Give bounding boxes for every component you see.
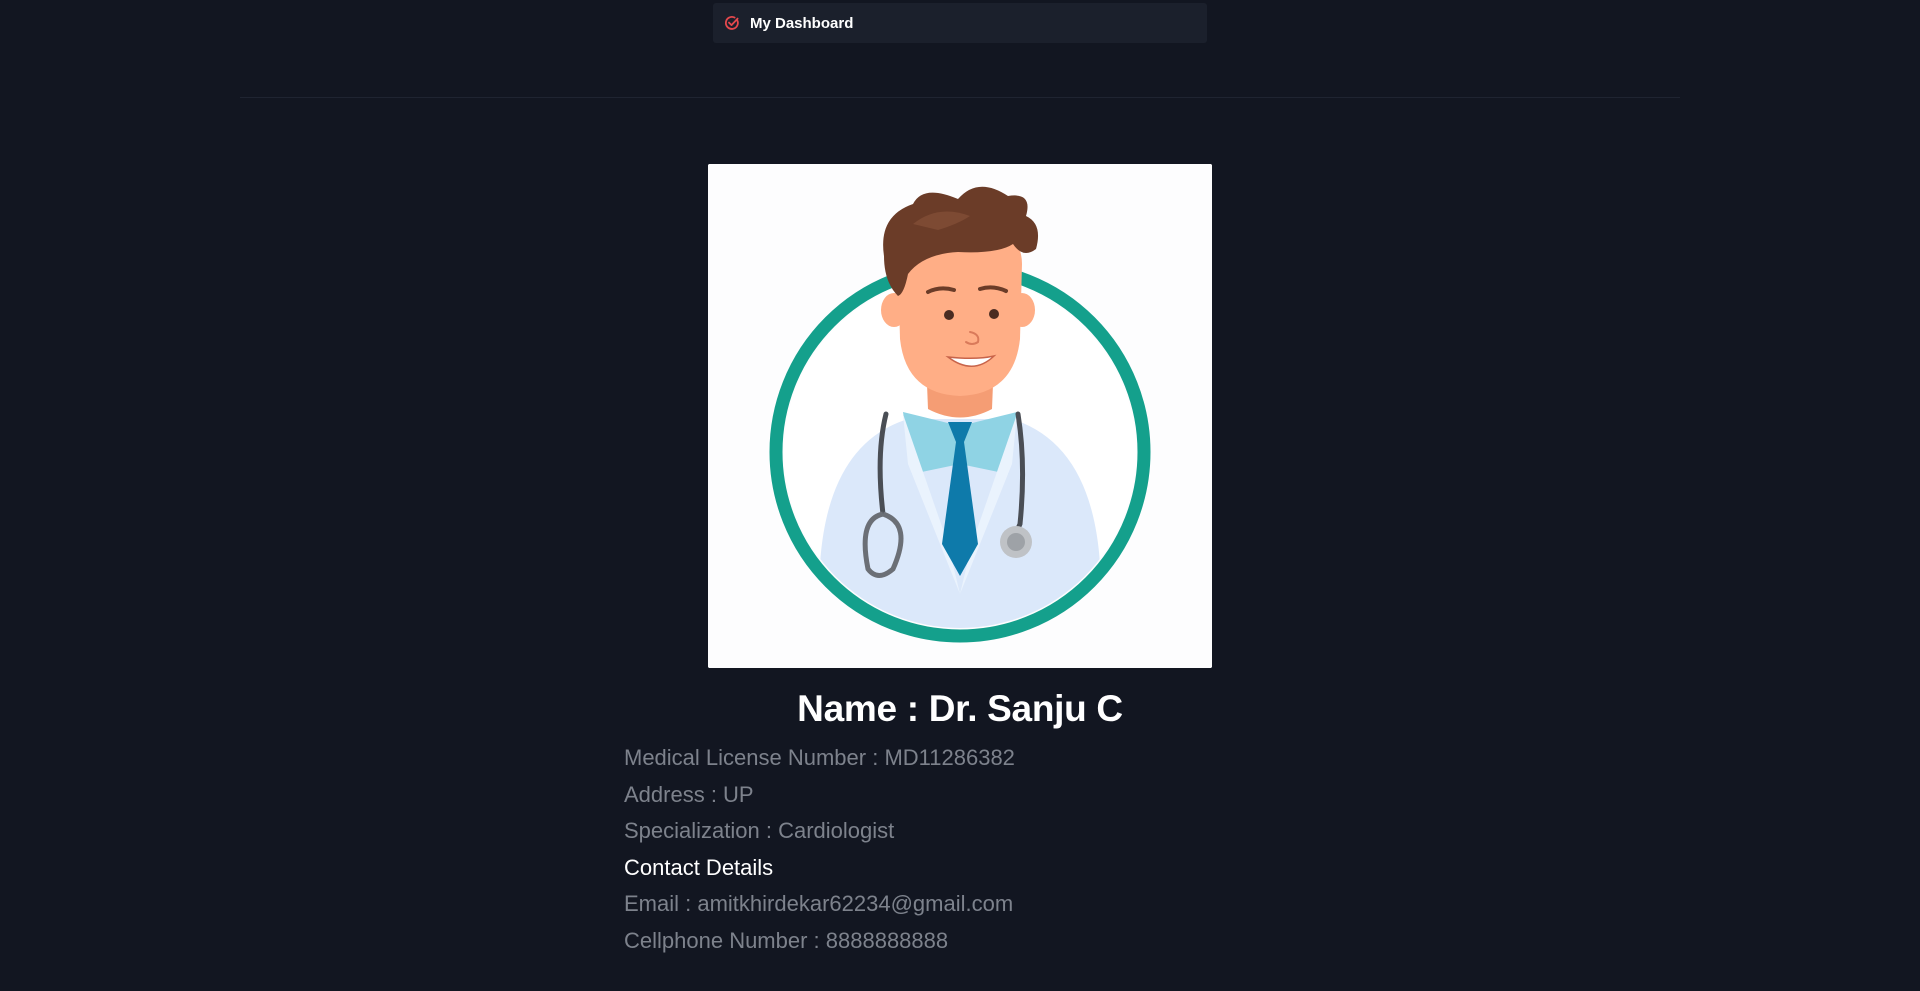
doctor-details: Medical License Number : MD11286382 Addr… [624, 740, 1324, 959]
dashboard-nav-button[interactable]: My Dashboard [713, 3, 1207, 43]
header-divider [240, 97, 1680, 98]
license-number: Medical License Number : MD11286382 [624, 745, 1015, 770]
contact-details-heading: Contact Details [624, 854, 774, 880]
doctor-name: Name : Dr. Sanju C [797, 688, 1123, 729]
address: Address : UP [624, 781, 754, 807]
dashboard-nav-label: My Dashboard [750, 14, 854, 32]
check-circle-icon [724, 15, 740, 31]
doctor-avatar [708, 164, 1212, 668]
cellphone-number: Cellphone Number : 8888888888 [624, 927, 949, 953]
email: Email : amitkhirdekar62234@gmail.com [624, 891, 1014, 916]
specialization: Specialization : Cardiologist [624, 818, 895, 843]
